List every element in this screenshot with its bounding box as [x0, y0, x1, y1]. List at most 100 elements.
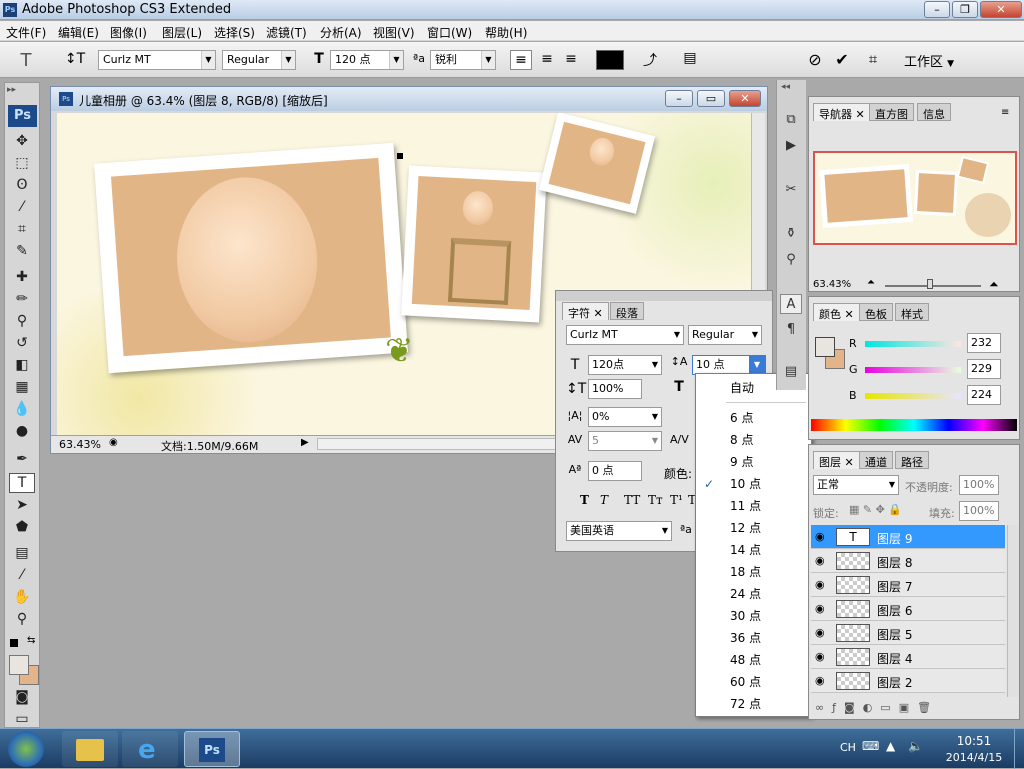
zoom-tool-icon[interactable]: ⚲ [9, 609, 35, 629]
gradient-tool-icon[interactable]: ▦ [9, 377, 35, 397]
brush-tool-icon[interactable]: ✏ [9, 289, 35, 309]
leading-option[interactable]: 10 点 ✓ [696, 473, 811, 495]
menu-file[interactable]: 文件(F) [6, 24, 46, 41]
menu-help[interactable]: 帮助(H) [485, 24, 527, 41]
toggle-panels-icon[interactable]: ▤ [680, 50, 700, 66]
clone-stamp-tool-icon[interactable]: ⚲ [9, 311, 35, 331]
clone-source-panel-icon[interactable]: ⚲ [780, 250, 802, 270]
tab-styles[interactable]: 样式 [895, 303, 929, 321]
align-right-icon[interactable]: ≡ [560, 50, 582, 68]
panel-font-size-field[interactable]: 120点 ▼ [588, 355, 662, 375]
navigator-preview[interactable] [813, 151, 1017, 245]
layer-row[interactable]: ◉ 图层 2 [811, 669, 1005, 693]
navigator-zoom-value[interactable]: 63.43% [813, 279, 851, 290]
tab-navigator[interactable]: 导航器 ✕ [813, 103, 871, 121]
menu-window[interactable]: 窗口(W) [427, 24, 472, 41]
slice-tool-icon[interactable]: ✎ [9, 241, 35, 261]
foreground-color-swatch[interactable] [9, 655, 29, 675]
lasso-tool-icon[interactable]: ʘ [9, 175, 35, 195]
all-caps-button[interactable]: TT [624, 493, 640, 507]
layer-row[interactable]: ◉ T 图层 9 [811, 525, 1005, 549]
leading-option[interactable]: 8 点 [696, 429, 811, 451]
tracking-field[interactable]: 0% ▼ [588, 407, 662, 427]
align-center-icon[interactable]: ≡ [536, 50, 558, 68]
layers-footer-icons[interactable]: ∞ƒ◙◐▭▣🗑 [815, 701, 1015, 717]
history-panel-icon[interactable]: ⧉ [780, 110, 802, 130]
tab-layers[interactable]: 图层 ✕ [813, 451, 860, 469]
leading-option[interactable]: 11 点 [696, 495, 811, 517]
doc-minimize-button[interactable]: – [665, 90, 693, 107]
visibility-eye-icon[interactable]: ◉ [815, 674, 825, 687]
visibility-eye-icon[interactable]: ◉ [815, 650, 825, 663]
zoom-level[interactable]: 63.43% [59, 438, 101, 451]
font-family-select[interactable]: Curlz MT ▼ [98, 50, 216, 70]
warp-text-icon[interactable]: ⤴ [640, 50, 660, 70]
leading-option[interactable]: 48 点 [696, 649, 811, 671]
menu-layer[interactable]: 图层(L) [162, 24, 202, 41]
font-style-select[interactable]: Regular ▼ [222, 50, 296, 70]
leading-option[interactable]: 60 点 [696, 671, 811, 693]
clock-date[interactable]: 2014/4/15 [940, 751, 1008, 764]
blend-mode-select[interactable]: 正常 ▼ [813, 475, 899, 495]
font-size-select[interactable]: 120 点 ▼ [330, 50, 404, 70]
leading-option[interactable]: 14 点 [696, 539, 811, 561]
path-selection-tool-icon[interactable]: ➤ [9, 495, 35, 515]
tab-histogram[interactable]: 直方图 [869, 103, 914, 121]
type-tool-icon[interactable]: T [9, 473, 35, 493]
show-desktop-button[interactable] [1014, 729, 1024, 769]
tool-presets-panel-icon[interactable]: ✂ [780, 180, 802, 200]
status-menu-icon[interactable]: ◉ [109, 437, 118, 448]
leading-option[interactable]: 9 点 [696, 451, 811, 473]
tab-channels[interactable]: 通道 [859, 451, 893, 469]
leading-option[interactable]: 18 点 [696, 561, 811, 583]
layer-row[interactable]: ◉ 图层 6 [811, 597, 1005, 621]
panel-menu-icon[interactable]: ≡ [1001, 107, 1009, 118]
pen-tool-icon[interactable]: ✒ [9, 449, 35, 469]
leading-option[interactable]: 30 点 [696, 605, 811, 627]
shape-tool-icon[interactable]: ⬟ [9, 517, 35, 537]
healing-brush-tool-icon[interactable]: ✚ [9, 267, 35, 287]
layer-row[interactable]: ◉ 图层 4 [811, 645, 1005, 669]
lock-icons[interactable]: ▦ ✎ ✥ 🔒 [849, 503, 902, 516]
quick-mask-icon[interactable]: ◙ [9, 687, 35, 707]
notes-tool-icon[interactable]: ▤ [9, 543, 35, 563]
history-brush-tool-icon[interactable]: ↺ [9, 333, 35, 353]
menu-image[interactable]: 图像(I) [110, 24, 147, 41]
start-button[interactable] [8, 731, 44, 767]
visibility-eye-icon[interactable]: ◉ [815, 602, 825, 615]
doc-maximize-button[interactable]: ▭ [697, 90, 725, 107]
layer-row[interactable]: ◉ 图层 7 [811, 573, 1005, 597]
panel-font-family-select[interactable]: Curlz MT ▼ [566, 325, 684, 345]
dodge-tool-icon[interactable]: ● [9, 421, 35, 441]
actions-panel-icon[interactable]: ▶ [780, 136, 802, 156]
blue-slider[interactable] [865, 393, 961, 399]
red-field[interactable]: 232 [967, 333, 1001, 353]
toggle-text-orientation-icon[interactable]: ↕T [64, 51, 86, 67]
visibility-eye-icon[interactable]: ◉ [815, 626, 825, 639]
network-icon[interactable]: ▲ [886, 739, 895, 753]
align-left-icon[interactable]: ≡ [510, 50, 532, 70]
leading-option[interactable]: 72 点 [696, 693, 811, 715]
zoom-slider[interactable] [885, 285, 981, 287]
kerning-field[interactable]: 5 ▼ [588, 431, 662, 451]
default-colors-icon[interactable] [10, 639, 18, 647]
status-arrow-icon[interactable]: ▶ [301, 437, 309, 448]
tab-swatches[interactable]: 色板 [859, 303, 893, 321]
visibility-eye-icon[interactable]: ◉ [815, 554, 825, 567]
leading-option[interactable]: 24 点 [696, 583, 811, 605]
chevron-down-icon[interactable]: ▼ [749, 356, 765, 374]
small-caps-button[interactable]: Tт [648, 493, 663, 507]
green-field[interactable]: 229 [967, 359, 1001, 379]
layers-scrollbar[interactable] [1007, 525, 1019, 697]
opacity-field[interactable]: 100% [959, 475, 999, 495]
explorer-taskbar-button[interactable] [62, 731, 118, 767]
marquee-tool-icon[interactable]: ⬚ [9, 153, 35, 173]
layer-row[interactable]: ◉ 图层 5 [811, 621, 1005, 645]
doc-close-button[interactable]: ✕ [729, 90, 761, 107]
leading-option[interactable]: 12 点 [696, 517, 811, 539]
keyboard-icon[interactable]: ⌨ [862, 739, 879, 753]
zoom-out-icon[interactable]: ⏶ [867, 277, 875, 288]
magic-wand-tool-icon[interactable]: ⁄ [9, 197, 35, 217]
minimize-button[interactable]: – [924, 1, 950, 18]
cancel-edit-icon[interactable]: ⊘ [805, 50, 825, 69]
